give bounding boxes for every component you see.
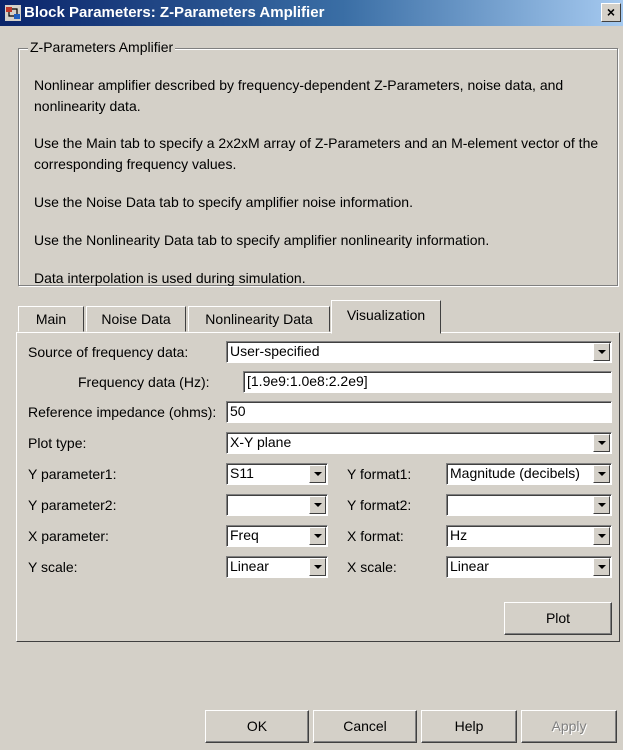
tab-label: Main xyxy=(35,311,67,327)
source-label: Source of frequency data: xyxy=(28,344,189,360)
apply-button-label: Apply xyxy=(551,718,587,734)
ok-button-label: OK xyxy=(246,718,268,734)
chevron-down-icon[interactable] xyxy=(593,496,610,514)
source-dropdown[interactable]: User-specified xyxy=(226,341,612,363)
y-format1-label: Y format1: xyxy=(347,466,412,482)
chevron-down-icon[interactable] xyxy=(309,496,326,514)
close-icon: × xyxy=(606,4,616,20)
apply-button: Apply xyxy=(521,710,617,743)
help-button-label: Help xyxy=(454,718,484,734)
chevron-down-icon[interactable] xyxy=(593,343,610,361)
x-parameter-dropdown[interactable]: Freq xyxy=(226,525,328,547)
cancel-button[interactable]: Cancel xyxy=(313,710,417,743)
ok-button[interactable]: OK xyxy=(205,710,309,743)
freq-label: Frequency data (Hz): xyxy=(78,374,210,390)
x-scale-dropdown[interactable]: Linear xyxy=(446,556,612,578)
chevron-down-icon[interactable] xyxy=(593,527,610,545)
y-scale-dropdown[interactable]: Linear xyxy=(226,556,328,578)
tab-label: Nonlinearity Data xyxy=(205,311,313,327)
description-text: Use the Main tab to specify a 2x2xM arra… xyxy=(34,135,599,172)
help-button[interactable]: Help xyxy=(421,710,517,743)
x-scale-value: Linear xyxy=(450,558,489,574)
y-parameter1-value: S11 xyxy=(230,465,254,481)
x-format-dropdown[interactable]: Hz xyxy=(446,525,612,547)
y-format2-label: Y format2: xyxy=(347,497,412,513)
ref-impedance-label: Reference impedance (ohms): xyxy=(28,404,217,420)
y-parameter1-dropdown[interactable]: S11 xyxy=(226,463,328,485)
chevron-down-icon[interactable] xyxy=(309,527,326,545)
tab-label: Noise Data xyxy=(101,311,171,327)
x-parameter-label: X parameter: xyxy=(28,528,109,544)
y-format1-dropdown[interactable]: Magnitude (decibels) xyxy=(446,463,612,485)
description-text: Data interpolation is used during simula… xyxy=(34,270,306,286)
window-title: Block Parameters: Z-Parameters Amplifier xyxy=(24,4,325,21)
tab-nonlinearity-data[interactable]: Nonlinearity Data xyxy=(188,306,330,332)
ref-impedance-value: 50 xyxy=(230,403,246,419)
plot-type-dropdown[interactable]: X-Y plane xyxy=(226,432,612,454)
y-parameter1-label: Y parameter1: xyxy=(28,466,117,482)
source-value: User-specified xyxy=(230,343,320,359)
x-format-label: X format: xyxy=(347,528,404,544)
y-scale-value: Linear xyxy=(230,558,269,574)
plot-type-label: Plot type: xyxy=(28,435,87,451)
ref-impedance-input[interactable]: 50 xyxy=(226,401,612,423)
x-format-value: Hz xyxy=(450,527,468,543)
group-title: Z-Parameters Amplifier xyxy=(28,39,176,55)
plot-button[interactable]: Plot xyxy=(504,602,612,635)
chevron-down-icon[interactable] xyxy=(593,558,610,576)
chevron-down-icon[interactable] xyxy=(593,465,610,483)
plot-type-value: X-Y plane xyxy=(230,434,292,450)
frequency-value: [1.9e9:1.0e8:2.2e9] xyxy=(247,373,368,389)
tab-noise-data[interactable]: Noise Data xyxy=(86,306,186,332)
frequency-input[interactable]: [1.9e9:1.0e8:2.2e9] xyxy=(243,371,612,393)
description-text: Nonlinear amplifier described by frequen… xyxy=(34,77,564,114)
simulink-block-icon xyxy=(5,5,21,21)
plot-button-label: Plot xyxy=(545,610,571,626)
y-parameter2-label: Y parameter2: xyxy=(28,497,117,513)
y-format2-dropdown[interactable] xyxy=(446,494,612,516)
x-scale-label: X scale: xyxy=(347,559,397,575)
cancel-button-label: Cancel xyxy=(343,718,387,734)
chevron-down-icon[interactable] xyxy=(309,558,326,576)
description-text: Use the Noise Data tab to specify amplif… xyxy=(34,194,413,210)
tab-visualization[interactable]: Visualization xyxy=(331,300,441,334)
y-parameter2-dropdown[interactable] xyxy=(226,494,328,516)
y-format1-value: Magnitude (decibels) xyxy=(450,465,580,481)
description-text: Use the Nonlinearity Data tab to specify… xyxy=(34,232,490,248)
chevron-down-icon[interactable] xyxy=(593,434,610,452)
tab-main[interactable]: Main xyxy=(18,306,84,332)
tab-label: Visualization xyxy=(346,307,426,323)
close-button[interactable]: × xyxy=(601,3,621,22)
x-parameter-value: Freq xyxy=(230,527,259,543)
chevron-down-icon[interactable] xyxy=(309,465,326,483)
y-scale-label: Y scale: xyxy=(28,559,78,575)
title-bar[interactable]: Block Parameters: Z-Parameters Amplifier… xyxy=(0,0,623,26)
